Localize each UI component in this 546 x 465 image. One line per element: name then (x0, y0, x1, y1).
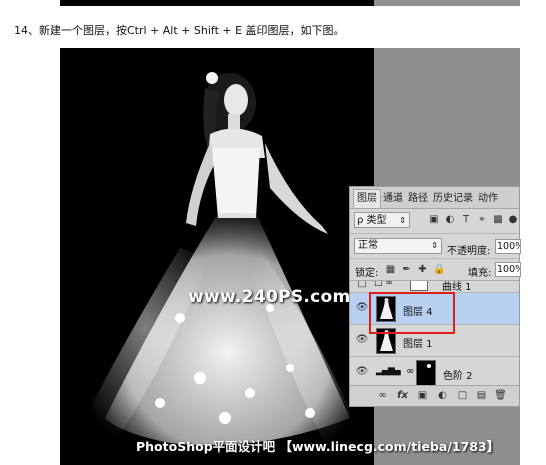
eye-icon[interactable]: 👁 (355, 366, 369, 377)
visibility-empty-icon[interactable]: □ (355, 281, 369, 289)
trash-icon[interactable]: 🗑 (494, 389, 507, 402)
type-filter-icon[interactable]: T (460, 214, 472, 226)
blend-mode-select[interactable]: 正常 ⇕ (354, 238, 442, 254)
kind-filter-label: ρ 类型 (357, 215, 387, 226)
blend-row: 正常 ⇕ 不透明度: 100% (350, 233, 521, 258)
lock-all-icon[interactable]: 🔒 (433, 264, 445, 275)
opacity-input[interactable]: 100% (495, 239, 521, 254)
layer-name: 图层 1 (403, 339, 433, 350)
eye-icon[interactable]: 👁 (355, 334, 369, 345)
shape-filter-icon[interactable]: ⌖ (476, 214, 488, 226)
fx-icon[interactable]: fx (396, 389, 409, 402)
forum-credit: PhotoShop平面设计吧 【www.linecg.com/tieba/178… (136, 439, 500, 454)
tab-history[interactable]: 历史记录 (433, 190, 473, 208)
group-icon[interactable]: □ (456, 389, 469, 402)
pixel-filter-icon[interactable]: ▣ (428, 214, 440, 226)
step-instruction: 14、新建一个图层，按Ctrl + Alt + Shift + E 盖印图层，如… (14, 24, 345, 37)
layer-mask-thumbnail (416, 360, 436, 386)
mask-icon[interactable]: ▣ (416, 389, 429, 402)
highlight-box (369, 292, 455, 334)
blend-mode-value: 正常 (358, 240, 378, 251)
chain-link-icon: ∞ (406, 366, 415, 377)
filter-row: ρ 类型 ⇕ ▣ ◐ T ⌖ ▩ ● (350, 209, 519, 233)
levels-histogram-icon: ▂▄▆▄ (376, 366, 401, 376)
fill-input[interactable]: 100% (495, 262, 521, 277)
adjustment-icon[interactable]: ◐ (436, 389, 449, 402)
adjustment-filter-icon[interactable]: ◐ (444, 214, 456, 226)
new-layer-icon[interactable]: ▤ (475, 389, 488, 402)
layer-mask-thumbnail (410, 281, 428, 291)
bride-photo (80, 72, 360, 453)
layer-name: 色阶 2 (443, 371, 473, 382)
site-watermark: www.240PS.com (188, 287, 351, 307)
lock-pixels-icon[interactable]: ✒ (401, 264, 412, 275)
spinner-icon: ⇕ (399, 216, 406, 225)
smart-object-filter-icon[interactable]: ▩ (492, 214, 504, 226)
kind-filter-select[interactable]: ρ 类型 ⇕ (354, 212, 410, 228)
previous-image-pasteboard (374, 0, 520, 6)
tab-channels[interactable]: 通道 (383, 190, 403, 208)
fill-label: 填充: (468, 268, 492, 279)
filter-toggle-icon[interactable]: ● (507, 214, 519, 226)
opacity-label: 不透明度: (447, 246, 491, 257)
eye-icon[interactable]: 👁 (355, 302, 369, 313)
previous-image-strip (60, 0, 374, 6)
link-icon[interactable]: ∞ (376, 389, 389, 402)
spinner-icon: ⇕ (431, 241, 438, 250)
curves-adjustment-icon: □ ∞ (374, 280, 393, 288)
tab-layers[interactable]: 图层 (353, 189, 381, 208)
lock-label: 锁定: (355, 268, 379, 279)
panel-bottom-bar: ∞ fx ▣ ◐ □ ▤ 🗑 (350, 385, 519, 406)
tab-actions[interactable]: 动作 (478, 190, 498, 208)
lock-row: 锁定: ▦ ✒ ✚ 🔒 填充: 100% (350, 258, 521, 281)
lock-position-icon[interactable]: ✚ (417, 264, 428, 275)
tab-paths[interactable]: 路径 (408, 190, 428, 208)
lock-transparency-icon[interactable]: ▦ (385, 264, 396, 275)
panel-tabs: 图层 通道 路径 历史记录 动作 (350, 187, 519, 209)
